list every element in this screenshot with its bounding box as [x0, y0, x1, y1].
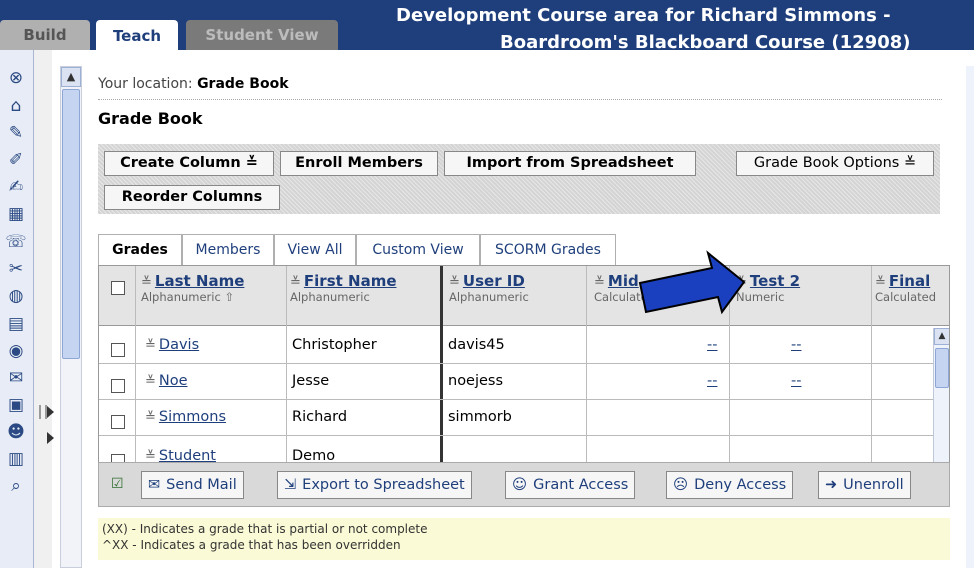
annotation-arrow [638, 250, 746, 315]
annotation-arrow-shape [638, 250, 746, 315]
